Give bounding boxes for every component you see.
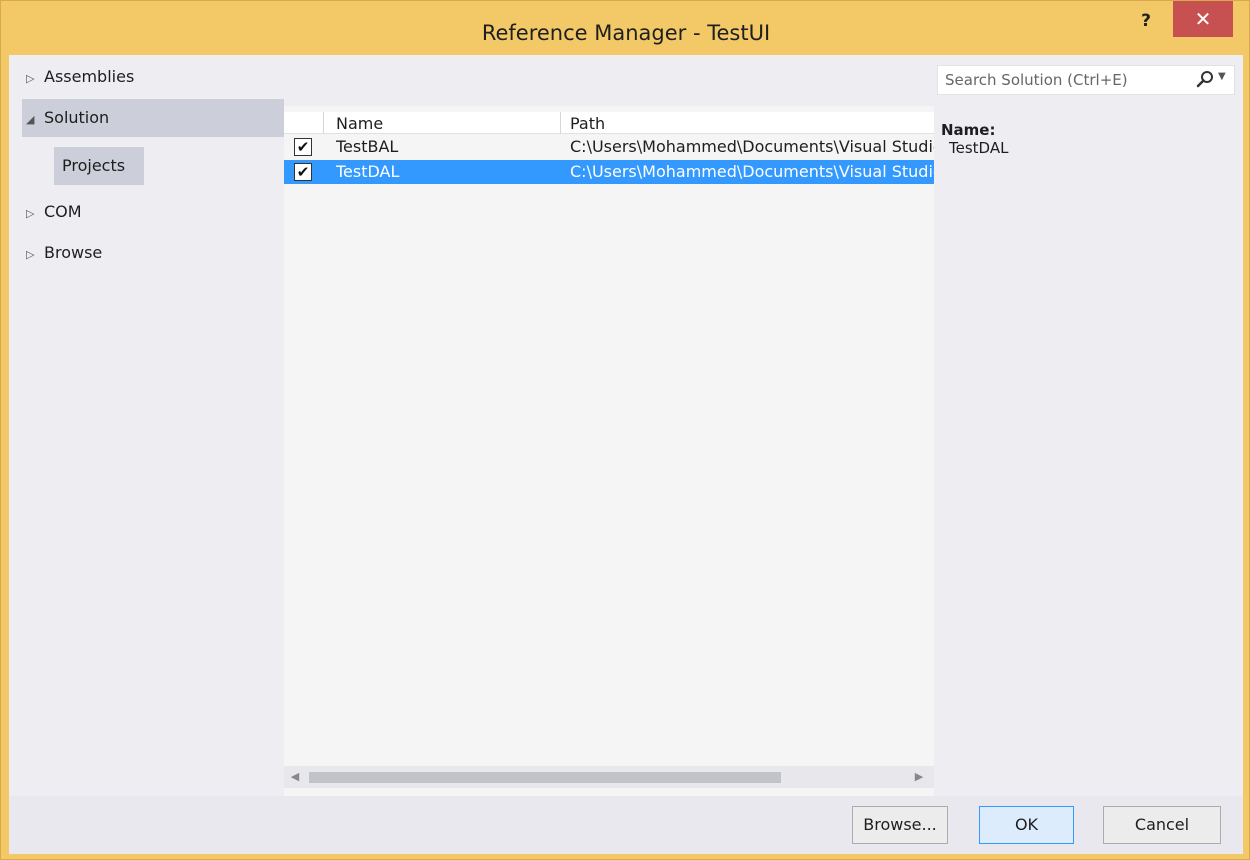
nav-item-solution[interactable]: ◢ Solution xyxy=(22,99,284,137)
project-name: TestBAL xyxy=(336,137,399,156)
table-row[interactable]: ✔ TestBAL C:\Users\Mohammed\Documents\Vi… xyxy=(284,135,934,159)
projects-list[interactable]: Name Path ✔ TestBAL C:\Users\Mohammed\Do… xyxy=(284,106,934,796)
nav-item-assemblies[interactable]: ▷ Assemblies xyxy=(22,58,284,96)
expand-arrow-icon[interactable]: ▷ xyxy=(22,195,44,233)
expand-arrow-icon[interactable]: ▷ xyxy=(22,236,44,274)
list-header: Name Path xyxy=(284,112,934,134)
column-separator[interactable] xyxy=(323,112,324,134)
title-bar[interactable]: Reference Manager - TestUI ? ✕ xyxy=(1,1,1250,55)
nav-item-label: Browse xyxy=(44,243,103,262)
table-row-selected[interactable]: ✔ TestDAL C:\Users\Mohammed\Documents\Vi… xyxy=(284,160,934,184)
project-path: C:\Users\Mohammed\Documents\Visual Studi… xyxy=(570,137,934,156)
column-header-path[interactable]: Path xyxy=(570,112,605,134)
expand-arrow-icon[interactable]: ▷ xyxy=(22,60,44,98)
column-separator[interactable] xyxy=(560,112,561,134)
search-box: ▼ xyxy=(937,65,1235,95)
nav-item-label: COM xyxy=(44,202,82,221)
chevron-down-icon[interactable]: ▼ xyxy=(1218,71,1226,82)
nav-item-com[interactable]: ▷ COM xyxy=(22,193,284,231)
details-name-value: TestDAL xyxy=(949,139,1009,157)
search-icon[interactable] xyxy=(1194,69,1216,91)
nav-item-browse[interactable]: ▷ Browse xyxy=(22,234,284,272)
include-checkbox[interactable]: ✔ xyxy=(294,163,312,181)
details-panel: Name: TestDAL xyxy=(941,121,1231,157)
dialog-client-area: ▷ Assemblies ◢ Solution Projects ▷ COM ▷ Bro… xyxy=(9,55,1243,854)
project-path: C:\Users\Mohammed\Documents\Visual Studi… xyxy=(570,162,934,181)
left-nav: ▷ Assemblies ◢ Solution Projects ▷ COM ▷ Bro… xyxy=(9,55,284,795)
horizontal-scrollbar[interactable]: ◀ ▶ xyxy=(284,766,934,788)
scroll-left-icon[interactable]: ◀ xyxy=(284,766,306,788)
nav-item-label: Solution xyxy=(44,108,110,127)
window-title: Reference Manager - TestUI xyxy=(481,21,771,45)
nav-item-projects[interactable]: Projects xyxy=(54,147,144,185)
button-bar: Browse... OK Cancel xyxy=(9,796,1243,854)
help-button[interactable]: ? xyxy=(1133,9,1159,33)
nav-item-label: Assemblies xyxy=(44,67,135,86)
include-checkbox[interactable]: ✔ xyxy=(294,138,312,156)
browse-button[interactable]: Browse... xyxy=(852,806,948,844)
search-input[interactable] xyxy=(938,66,1188,94)
scroll-right-icon[interactable]: ▶ xyxy=(908,766,930,788)
scroll-thumb[interactable] xyxy=(309,772,781,783)
close-button[interactable]: ✕ xyxy=(1173,1,1233,37)
column-header-name[interactable]: Name xyxy=(336,112,383,134)
collapse-arrow-icon[interactable]: ◢ xyxy=(22,101,44,139)
cancel-button[interactable]: Cancel xyxy=(1103,806,1221,844)
ok-button[interactable]: OK xyxy=(979,806,1074,844)
reference-manager-window: Reference Manager - TestUI ? ✕ ▷ Assembli… xyxy=(0,0,1250,860)
project-name: TestDAL xyxy=(336,162,400,181)
details-name-label: Name: xyxy=(941,121,996,139)
